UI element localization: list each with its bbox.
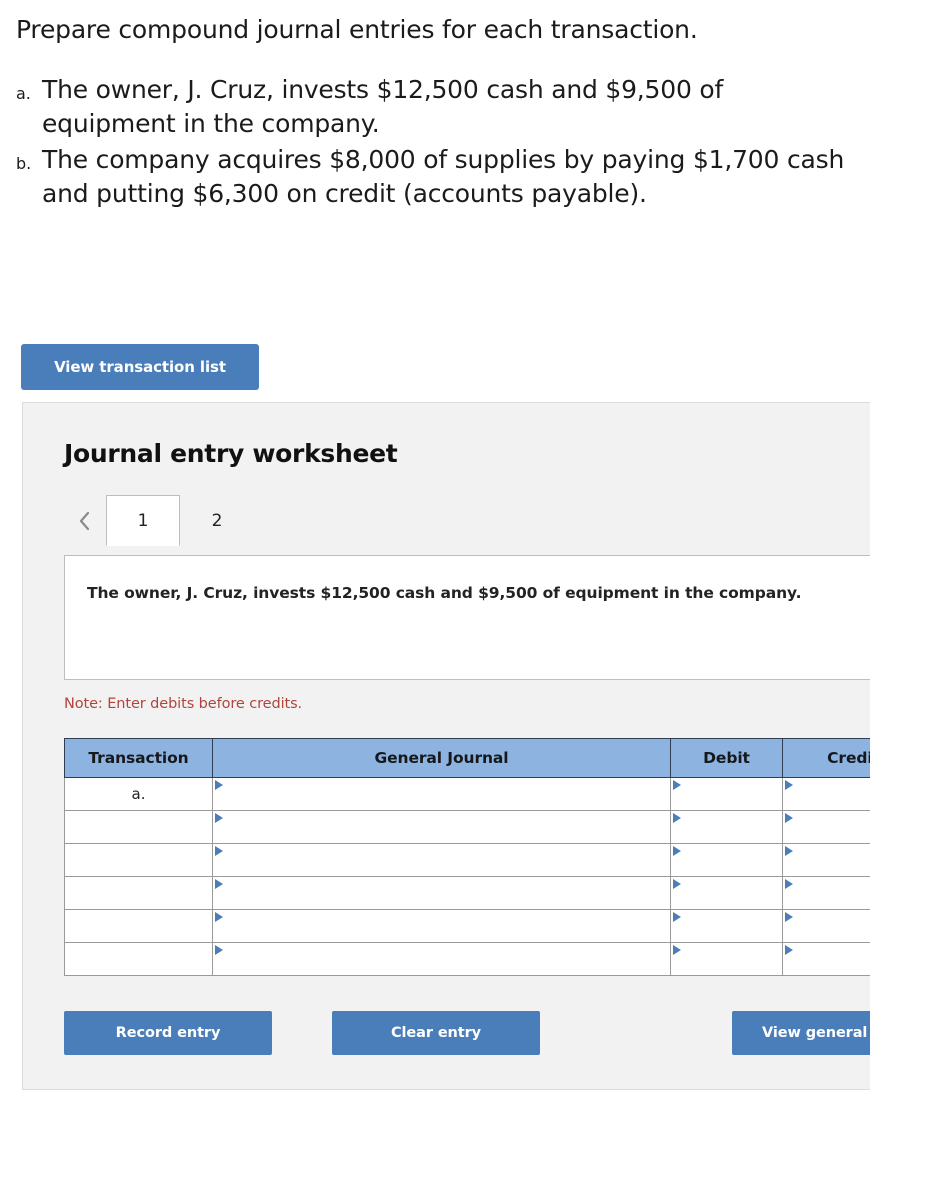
transaction-list: a. The owner, J. Cruz, invests $12,500 c… xyxy=(16,73,896,211)
view-transaction-list-button[interactable]: View transaction list xyxy=(21,344,259,390)
dropdown-caret-icon xyxy=(215,945,223,955)
worksheet-title: Journal entry worksheet xyxy=(64,439,398,468)
dropdown-caret-icon xyxy=(785,813,793,823)
dropdown-caret-icon xyxy=(215,879,223,889)
clear-entry-button[interactable]: Clear entry xyxy=(332,1011,540,1055)
cell-debit[interactable] xyxy=(670,843,783,877)
cell-transaction[interactable] xyxy=(64,909,213,943)
dropdown-caret-icon xyxy=(673,780,681,790)
cell-debit[interactable] xyxy=(670,810,783,844)
dropdown-caret-icon xyxy=(673,879,681,889)
dropdown-caret-icon xyxy=(785,846,793,856)
cell-transaction[interactable] xyxy=(64,843,213,877)
dropdown-caret-icon xyxy=(785,879,793,889)
cell-transaction[interactable] xyxy=(64,876,213,910)
transaction-text-a: The owner, J. Cruz, invests $12,500 cash… xyxy=(42,75,724,139)
transaction-text-b: The company acquires $8,000 of supplies … xyxy=(42,145,845,209)
dropdown-caret-icon xyxy=(785,945,793,955)
debits-before-credits-note: Note: Enter debits before credits. xyxy=(64,696,303,712)
worksheet-tab-1[interactable]: 1 xyxy=(106,495,180,546)
dropdown-caret-icon xyxy=(673,912,681,922)
table-row xyxy=(64,810,921,844)
dropdown-caret-icon xyxy=(673,846,681,856)
transaction-item-b: b. The company acquires $8,000 of suppli… xyxy=(16,143,896,211)
journal-entry-table: Transaction General Journal Debit Credit… xyxy=(64,738,921,976)
column-header-transaction: Transaction xyxy=(64,738,213,778)
dropdown-caret-icon xyxy=(673,813,681,823)
cell-debit[interactable] xyxy=(670,909,783,943)
dropdown-caret-icon xyxy=(215,846,223,856)
table-row xyxy=(64,942,921,976)
transaction-marker-b: b. xyxy=(16,154,32,174)
cell-general-journal[interactable] xyxy=(212,810,671,844)
cell-general-journal[interactable] xyxy=(212,843,671,877)
dropdown-caret-icon xyxy=(673,945,681,955)
dropdown-caret-icon xyxy=(215,912,223,922)
worksheet-tabs: 1 2 xyxy=(64,495,254,546)
table-row: a. xyxy=(64,777,921,811)
table-row xyxy=(64,909,921,943)
table-row xyxy=(64,843,921,877)
dropdown-caret-icon xyxy=(785,912,793,922)
cell-general-journal[interactable] xyxy=(212,777,671,811)
column-header-general-journal: General Journal xyxy=(212,738,671,778)
worksheet-tab-2[interactable]: 2 xyxy=(180,495,254,546)
table-row xyxy=(64,876,921,910)
chevron-left-icon[interactable] xyxy=(64,495,106,546)
question-block: Prepare compound journal entries for eac… xyxy=(16,14,896,213)
dropdown-caret-icon xyxy=(215,813,223,823)
table-header-row: Transaction General Journal Debit Credit xyxy=(64,738,921,778)
journal-entry-worksheet-panel: Journal entry worksheet 1 2 The owner, J… xyxy=(22,402,922,1090)
transaction-item-a: a. The owner, J. Cruz, invests $12,500 c… xyxy=(16,73,896,141)
cell-debit[interactable] xyxy=(670,942,783,976)
cell-general-journal[interactable] xyxy=(212,942,671,976)
question-prompt: Prepare compound journal entries for eac… xyxy=(16,15,698,44)
tab-description-text: The owner, J. Cruz, invests $12,500 cash… xyxy=(87,584,802,602)
page-clip-mask xyxy=(870,0,946,1184)
dropdown-caret-icon xyxy=(215,780,223,790)
cell-debit[interactable] xyxy=(670,777,783,811)
cell-debit[interactable] xyxy=(670,876,783,910)
cell-transaction[interactable] xyxy=(64,810,213,844)
cell-transaction[interactable]: a. xyxy=(64,777,213,811)
cell-general-journal[interactable] xyxy=(212,909,671,943)
cell-transaction[interactable] xyxy=(64,942,213,976)
record-entry-button[interactable]: Record entry xyxy=(64,1011,272,1055)
tab-content-panel: The owner, J. Cruz, invests $12,500 cash… xyxy=(64,555,921,680)
cell-general-journal[interactable] xyxy=(212,876,671,910)
dropdown-caret-icon xyxy=(785,780,793,790)
column-header-debit: Debit xyxy=(670,738,783,778)
transaction-marker-a: a. xyxy=(16,84,31,104)
